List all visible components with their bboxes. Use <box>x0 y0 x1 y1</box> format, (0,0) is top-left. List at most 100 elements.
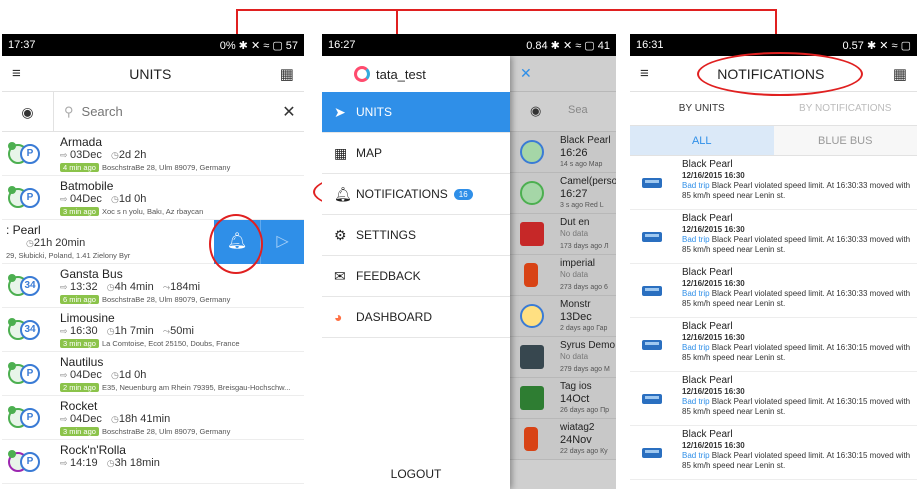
unit-avatar: 34 <box>8 316 40 344</box>
status-time: 16:31 <box>636 39 664 51</box>
unit-duration: 3h 18min <box>114 457 160 469</box>
unit-info: ◷21h 20min <box>26 237 86 249</box>
highlight-oval-title <box>697 52 863 96</box>
unit-time: 24Nov <box>560 434 592 446</box>
unit-last-seen: 3 min ago La Comtoise, Ecot 25150, Doubs,… <box>60 339 240 348</box>
unit-avatar: P <box>8 184 40 212</box>
list-item[interactable]: Tag ios 14Oct 26 days ago Пр <box>510 378 616 419</box>
time-ago-badge: 3 min ago <box>60 427 99 436</box>
menu-icon[interactable]: ≡ <box>640 65 649 82</box>
map-icon[interactable]: ▦ <box>280 65 294 83</box>
play-button[interactable]: ▷ <box>260 220 304 264</box>
unit-last-seen: 3 min ago Xoc s n yolu, Bakı, Az rbaycan <box>60 207 203 216</box>
notification-unit: Black Pearl <box>682 429 733 440</box>
list-item[interactable]: Syrus Demo 4No data 279 days ago M <box>510 337 616 378</box>
unit-duration: 1h 7min <box>114 325 154 337</box>
list-item[interactable]: P Rocket ⇨ 04Dec ◷18h 41min 3 min ago Bos… <box>2 396 304 440</box>
search-input[interactable] <box>73 92 274 131</box>
notification-date: 12/16/2015 16:30 <box>682 441 745 450</box>
unit-date: 04Dec <box>70 413 102 425</box>
notification-date: 12/16/2015 16:30 <box>682 333 745 342</box>
list-item[interactable]: imperial No data 273 days ago 6 <box>510 255 616 296</box>
unit-last-seen: 2 min ago E35, Neuenburg am Rhein 79395, … <box>60 383 290 392</box>
unit-time: 16:26 <box>560 147 588 159</box>
notification-kind: Bad trip <box>682 343 710 352</box>
list-item[interactable]: 34 Limousine ⇨ 16:30 ◷1h 7min ⤳50mi 3 mi… <box>2 308 304 352</box>
list-item[interactable]: Monstr 13Dec 2 days ago Гар <box>510 296 616 337</box>
tab-by-units[interactable]: BY UNITS <box>630 92 774 125</box>
notification-kind: Bad trip <box>682 451 710 460</box>
menu-item-feedback[interactable]: ✉ FEEDBACK <box>322 256 510 297</box>
unit-avatar: P <box>8 140 40 168</box>
list-item[interactable]: Camel(person16:27 3 s ago Red L <box>510 173 616 214</box>
menu-item-settings[interactable]: ⚙ SETTINGS <box>322 215 510 256</box>
menu-item-map[interactable]: ▦ MAP <box>322 133 510 174</box>
unit-name: Rocket <box>60 399 98 413</box>
notification-kind: Bad trip <box>682 181 710 190</box>
notification-item[interactable]: Black Pearl 12/16/2015 16:30 Bad trip Blac… <box>630 372 917 426</box>
unit-address: BoschstraBe 28, Ulm 89079, Germany <box>101 427 231 436</box>
units-screen: 17:37 0% ✱ ✕ ≈ ▢ 57 ≡ UNITS ▦ ◉ ⚲ ✕ P Ar… <box>2 34 304 489</box>
list-item[interactable]: P Nautilus ⇨ 04Dec ◷1d 0h 2 min ago E35, … <box>2 352 304 396</box>
map-icon[interactable]: ▦ <box>893 65 907 83</box>
app-bar: ≡ UNITS ▦ <box>2 56 304 92</box>
close-icon[interactable]: ✕ <box>274 102 304 122</box>
list-item[interactable]: 34 Gansta Bus ⇨ 13:32 ◷4h 4min ⤳184mi 6 … <box>2 264 304 308</box>
unit-time: 16:30 <box>70 325 98 337</box>
unit-duration: 1d 0h <box>118 193 147 205</box>
unit-last-seen: 14 s ago Map <box>560 161 603 168</box>
unit-info: ⇨ 13:32 ◷4h 4min ⤳184mi <box>60 281 201 293</box>
menu-label: DASHBOARD <box>356 310 433 324</box>
tab-by-notifications[interactable]: BY NOTIFICATIONS <box>774 92 917 125</box>
unit-info: ⇨ 04Dec ◷18h 41min <box>60 413 171 425</box>
menu-label: SETTINGS <box>356 228 417 242</box>
speed-badge: 34 <box>20 320 40 340</box>
unit-last-seen: 22 days ago Ку <box>560 448 608 455</box>
unit-time: No data <box>560 270 589 279</box>
menu-item-units[interactable]: ➤ UNITS <box>322 92 510 133</box>
notification-unit: Black Pearl <box>682 321 733 332</box>
gear-icon: ⚙ <box>334 226 347 243</box>
status-icons: 0.84 ✱ ✕ ≈ ▢ 41 <box>526 39 610 52</box>
status-icons: 0.57 ✱ ✕ ≈ ▢ <box>842 39 912 52</box>
list-item[interactable]: P Rock'n'Rolla ⇨ 14:19 ◷3h 18min <box>2 440 304 484</box>
menu-icon[interactable]: ≡ <box>12 65 21 82</box>
filter-blue-bus[interactable]: BLUE BUS <box>774 126 917 155</box>
unit-last-seen: 173 days ago Л <box>560 243 609 250</box>
notification-date: 12/16/2015 16:30 <box>682 387 745 396</box>
list-item[interactable]: Dut en No data 173 days ago Л <box>510 214 616 255</box>
unit-info: ⇨ 16:30 ◷1h 7min ⤳50mi <box>60 325 194 337</box>
list-item[interactable]: Black Pearl 16:26 14 s ago Map <box>510 132 616 173</box>
unit-name: Armada <box>60 135 103 149</box>
eye-icon[interactable]: ◉ <box>2 91 54 132</box>
page-title: UNITS <box>129 65 172 82</box>
notification-unit: Black Pearl <box>682 213 733 224</box>
eye-icon[interactable]: ◉ <box>530 103 541 119</box>
status-time: 16:27 <box>328 39 356 51</box>
list-item[interactable]: P Batmobile ⇨ 04Dec ◷1d 0h 3 min ago Xoc … <box>2 176 304 220</box>
notification-item[interactable]: Black Pearl 12/16/2015 16:30 Bad trip Blac… <box>630 264 917 318</box>
search-icon: ⚲ <box>64 103 74 119</box>
menu-item-notifications[interactable]: 🔔︎ NOTIFICATIONS 16 <box>322 174 510 215</box>
list-item[interactable]: wiatag2 24Nov 22 days ago Ку <box>510 419 616 460</box>
logout-button[interactable]: LOGOUT <box>322 467 510 481</box>
unit-info: ⇨ 04Dec ◷1d 0h <box>60 369 147 381</box>
filter-tabs: ALL BLUE BUS <box>630 126 917 156</box>
unit-name: Batmobile <box>60 179 114 193</box>
list-item[interactable]: P Armada ⇨ 03Dec ◷2d 2h 4 min ago Boschst… <box>2 132 304 176</box>
search-bar: ◉ ⚲ ✕ <box>2 91 304 132</box>
notification-item[interactable]: Black Pearl 12/16/2015 16:30 Bad trip Blac… <box>630 156 917 210</box>
notification-item[interactable]: Black Pearl 12/16/2015 16:30 Bad trip Blac… <box>630 426 917 480</box>
unit-name: wiatag2 <box>560 422 595 433</box>
notification-text: Black Pearl violated speed limit. At 16:… <box>682 289 911 308</box>
notification-text: Black Pearl violated speed limit. At 16:… <box>682 397 911 416</box>
time-ago-badge: 2 min ago <box>60 383 99 392</box>
unit-avatar: 34 <box>8 272 40 300</box>
close-icon[interactable]: ✕ <box>520 65 532 82</box>
unit-info: ⇨ 03Dec ◷2d 2h <box>60 149 147 161</box>
notification-item[interactable]: Black Pearl 12/16/2015 16:30 Bad trip Blac… <box>630 210 917 264</box>
notification-item[interactable]: Black Pearl 12/16/2015 16:30 Bad trip Blac… <box>630 318 917 372</box>
menu-item-dashboard[interactable]: ◕ DASHBOARD <box>322 297 510 338</box>
filter-all[interactable]: ALL <box>630 126 774 155</box>
unit-last-seen: 3 min ago BoschstraBe 28, Ulm 89079, Germ… <box>60 427 230 436</box>
